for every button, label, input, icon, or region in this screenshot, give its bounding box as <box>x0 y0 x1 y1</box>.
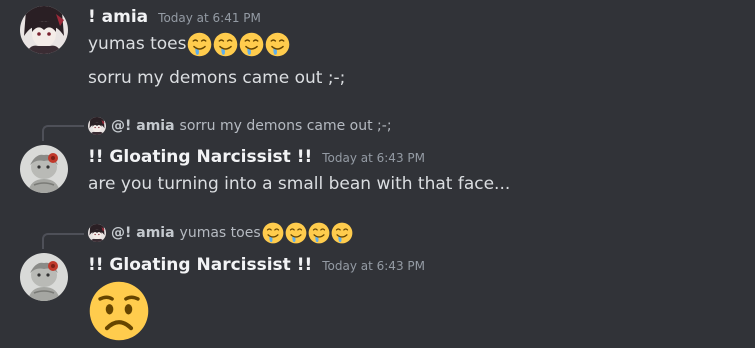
drooling-face-icon <box>265 32 290 57</box>
timestamp: Today at 6:43 PM <box>322 259 425 273</box>
timestamp: Today at 6:43 PM <box>322 151 425 165</box>
message-text: are you turning into a small bean with t… <box>88 172 510 196</box>
reply-text-content: yumas toes <box>179 225 261 241</box>
reply-spine <box>42 125 84 141</box>
drooling-face-icon <box>239 32 264 57</box>
drooling-face-icon <box>262 222 284 244</box>
user-avatar-icon <box>20 145 68 193</box>
worried-face-icon <box>88 280 150 342</box>
drooling-face-icon <box>308 222 330 244</box>
drooling-face-icon <box>331 222 353 244</box>
message-header: ! amia Today at 6:41 PM <box>88 7 261 27</box>
reply-preview[interactable]: @! amia yumas toes <box>88 222 353 244</box>
message-header: !! Gloating Narcissist !! Today at 6:43 … <box>88 255 425 275</box>
message-line: are you turning into a small bean with t… <box>88 174 511 194</box>
avatar[interactable] <box>20 6 68 54</box>
message-text: sorru my demons came out ;-; <box>88 66 345 90</box>
reply-avatar-icon <box>88 224 106 242</box>
username[interactable]: ! amia <box>88 7 148 27</box>
avatar[interactable] <box>20 145 68 193</box>
reply-text: sorru my demons came out ;-; <box>179 118 392 134</box>
user-avatar-icon <box>20 6 68 54</box>
message-line: sorru my demons came out ;-; <box>88 68 346 88</box>
reply-text: yumas toes <box>180 222 353 244</box>
drooling-face-icon <box>213 32 238 57</box>
reply-preview[interactable]: @! amia sorru my demons came out ;-; <box>88 117 392 135</box>
user-avatar-icon <box>20 253 68 301</box>
reply-mention[interactable]: @! amia <box>111 225 175 241</box>
reply-avatar-icon <box>88 117 106 135</box>
message-text: yumas toes <box>88 30 290 58</box>
message-header: !! Gloating Narcissist !! Today at 6:43 … <box>88 147 425 167</box>
username[interactable]: !! Gloating Narcissist !! <box>88 255 312 275</box>
reply-spine <box>42 233 84 249</box>
username[interactable]: !! Gloating Narcissist !! <box>88 147 312 167</box>
drooling-face-icon <box>187 32 212 57</box>
drooling-face-icon <box>285 222 307 244</box>
message-line: yumas toes <box>88 34 187 54</box>
timestamp: Today at 6:41 PM <box>158 11 261 25</box>
reply-mention[interactable]: @! amia <box>111 118 175 134</box>
avatar[interactable] <box>20 253 68 301</box>
